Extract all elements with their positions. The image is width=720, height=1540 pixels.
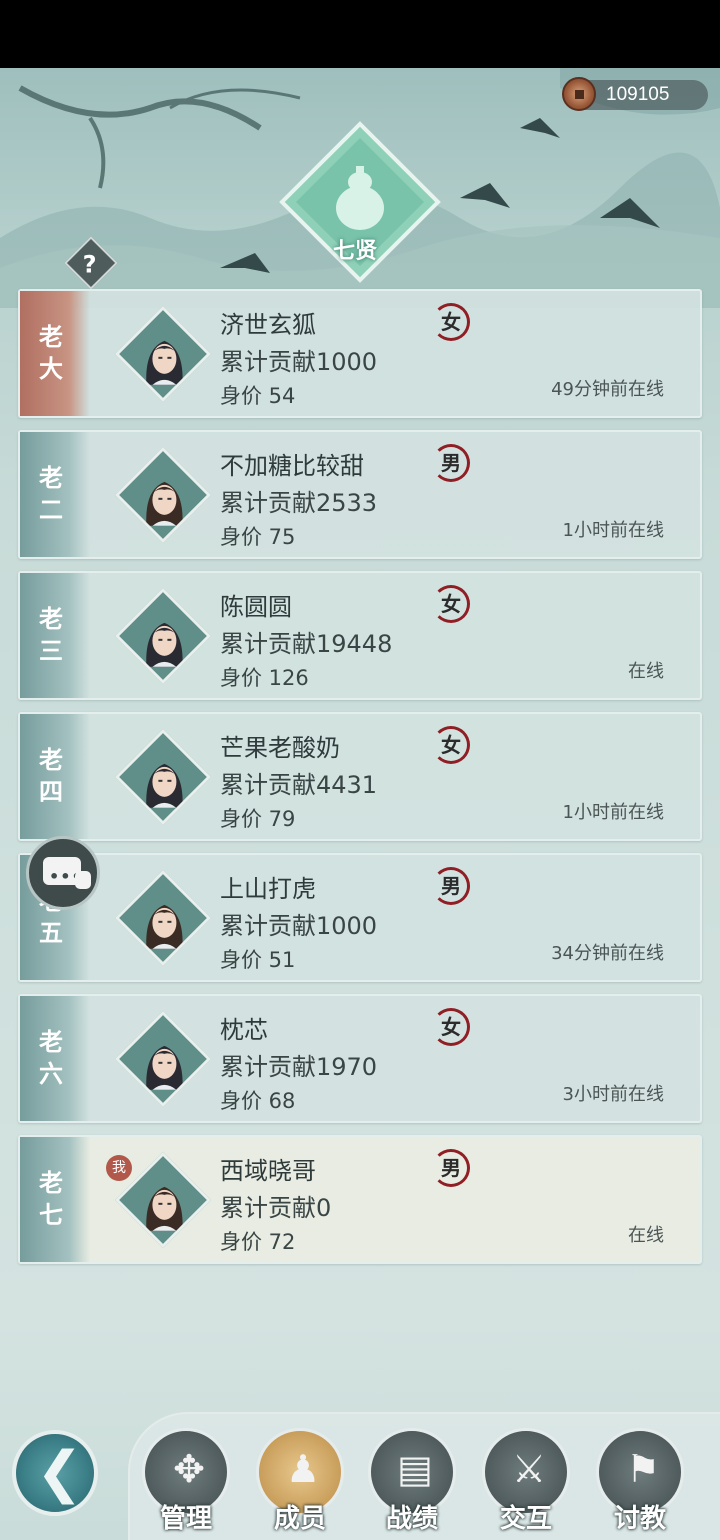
gender-badge: 男 xyxy=(432,1149,470,1187)
rank-tag: 老大 xyxy=(20,291,90,416)
online-status: 1小时前在线 xyxy=(562,520,664,541)
male-avatar-icon xyxy=(146,904,183,949)
crossed-swords-icon: ⚔ xyxy=(511,1447,547,1491)
member-contribution: 累计贡献1000 xyxy=(220,348,378,376)
member-contribution: 累计贡献2533 xyxy=(220,489,378,517)
nav-crossed-swords[interactable]: ⚔ 交互 xyxy=(480,1428,572,1540)
rank-label: 老三 xyxy=(39,604,63,665)
avatar[interactable] xyxy=(114,728,212,826)
gender-badge: 男 xyxy=(432,867,470,905)
nav-members[interactable]: ♟ 成员 xyxy=(254,1428,346,1540)
member-card[interactable]: 老三 陈圆圆 女 累计贡献19448 身价 126 在线 xyxy=(18,571,702,700)
member-contribution: 累计贡献4431 xyxy=(220,771,378,799)
nav-challenge[interactable]: ⚑ 讨教 xyxy=(594,1428,686,1540)
member-name: 西域晓哥 xyxy=(220,1157,316,1185)
female-avatar-dark-icon xyxy=(146,1045,183,1090)
currency-display: 109105 xyxy=(562,77,708,111)
gender-badge: 女 xyxy=(432,303,470,341)
nav-manage[interactable]: ✥ 管理 xyxy=(140,1428,232,1540)
member-card[interactable]: 老二 不加糖比较甜 男 累计贡献2533 身价 75 1小时前在线 xyxy=(18,430,702,559)
member-card[interactable]: 老四 芒果老酸奶 女 累计贡献4431 身价 79 1小时前在线 xyxy=(18,712,702,841)
member-contribution: 累计贡献1970 xyxy=(220,1053,378,1081)
member-worth: 身价 68 xyxy=(220,1089,296,1113)
rank-label: 老七 xyxy=(39,1168,63,1229)
online-status: 在线 xyxy=(628,1225,664,1246)
rank-label: 老六 xyxy=(39,1027,63,1088)
member-contribution: 累计贡献0 xyxy=(220,1194,332,1222)
manage-icon: ✥ xyxy=(173,1447,205,1491)
member-name: 济世玄狐 xyxy=(220,311,316,339)
member-card[interactable]: 老七 我 西域晓哥 男 累计贡献0 身价 72 在线 xyxy=(18,1135,702,1264)
member-name: 陈圆圆 xyxy=(220,593,292,621)
member-worth: 身价 75 xyxy=(220,525,296,549)
rank-tag: 老七 xyxy=(20,1137,90,1262)
online-status: 49分钟前在线 xyxy=(551,379,664,400)
rank-tag: 老六 xyxy=(20,996,90,1121)
gender-badge: 女 xyxy=(432,585,470,623)
faction-name: 七贤 xyxy=(332,238,377,264)
status-bar xyxy=(0,0,720,68)
online-status: 3小时前在线 xyxy=(562,1084,664,1105)
chat-float-button[interactable]: ••• xyxy=(26,836,100,910)
female-avatar-icon xyxy=(146,763,183,808)
copper-coin-icon xyxy=(562,77,596,111)
member-list: 老大 济世玄狐 女 累计贡献1000 身价 54 49分钟前在线 老二 不加糖比… xyxy=(18,289,702,1276)
member-worth: 身价 79 xyxy=(220,807,296,831)
nav-label: 讨教 xyxy=(613,1504,666,1534)
rank-label: 老二 xyxy=(39,463,63,524)
member-name: 不加糖比较甜 xyxy=(220,452,364,480)
online-status: 1小时前在线 xyxy=(562,802,664,823)
member-worth: 身价 72 xyxy=(220,1230,296,1254)
rank-tag: 老三 xyxy=(20,573,90,698)
member-card[interactable]: 老六 枕芯 女 累计贡献1970 身价 68 3小时前在线 xyxy=(18,994,702,1123)
nav-label: 管理 xyxy=(159,1504,212,1534)
nav-label: 成员 xyxy=(273,1504,326,1534)
online-status: 在线 xyxy=(628,661,664,682)
female-avatar-icon xyxy=(146,622,183,667)
gender-badge: 女 xyxy=(432,726,470,764)
pouch-icon xyxy=(75,871,91,889)
back-button[interactable]: ❮ xyxy=(12,1430,98,1516)
member-card[interactable]: 老五 上山打虎 男 累计贡献1000 身价 51 34分钟前在线 xyxy=(18,853,702,982)
members-icon: ♟ xyxy=(285,1447,321,1491)
avatar[interactable] xyxy=(114,587,212,685)
member-name: 枕芯 xyxy=(220,1016,268,1044)
online-status: 34分钟前在线 xyxy=(551,943,664,964)
male-avatar-icon xyxy=(146,481,183,526)
member-card[interactable]: 老大 济世玄狐 女 累计贡献1000 身价 54 49分钟前在线 xyxy=(18,289,702,418)
gender-badge: 女 xyxy=(432,1008,470,1046)
avatar[interactable] xyxy=(114,305,212,403)
me-badge: 我 xyxy=(106,1155,132,1181)
rank-tag: 老四 xyxy=(20,714,90,839)
avatar[interactable] xyxy=(114,869,212,967)
nav-record-scroll[interactable]: ▤ 战绩 xyxy=(366,1428,458,1540)
currency-value: 109105 xyxy=(606,84,670,105)
member-contribution: 累计贡献19448 xyxy=(220,630,393,658)
member-worth: 身价 126 xyxy=(220,666,309,690)
member-name: 芒果老酸奶 xyxy=(220,734,340,762)
rank-label: 老四 xyxy=(39,745,63,806)
member-name: 上山打虎 xyxy=(220,875,316,903)
record-scroll-icon: ▤ xyxy=(397,1447,433,1491)
female-avatar-icon xyxy=(146,340,183,385)
male-avatar-icon xyxy=(146,1186,183,1231)
nav-label: 战绩 xyxy=(385,1504,438,1534)
avatar[interactable] xyxy=(114,1010,212,1108)
help-icon: ? xyxy=(82,250,97,279)
rank-label: 老大 xyxy=(39,322,63,383)
rank-tag: 老二 xyxy=(20,432,90,557)
member-contribution: 累计贡献1000 xyxy=(220,912,378,940)
nav-label: 交互 xyxy=(499,1504,552,1534)
member-worth: 身价 54 xyxy=(220,384,296,408)
gender-badge: 男 xyxy=(432,444,470,482)
member-worth: 身价 51 xyxy=(220,948,296,972)
challenge-icon: ⚑ xyxy=(625,1447,661,1491)
back-arrow-icon: ❮ xyxy=(36,1440,83,1505)
avatar[interactable] xyxy=(114,446,212,544)
